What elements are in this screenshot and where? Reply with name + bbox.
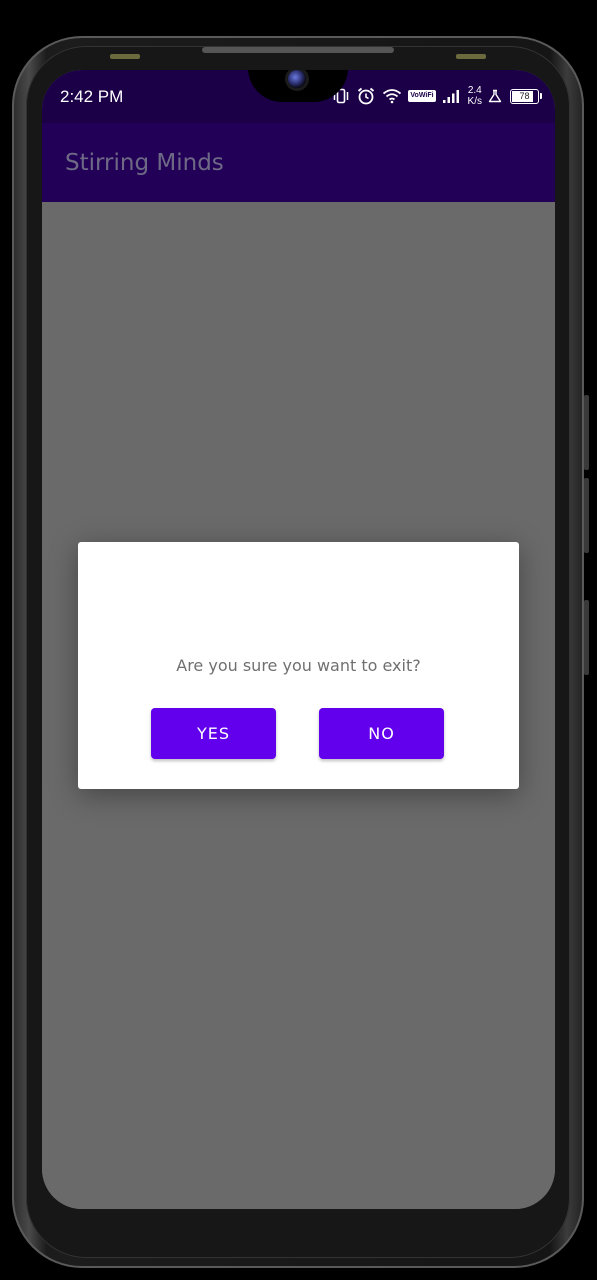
status-icons: VoWiFi 2.4 K/s 78 [332,84,542,108]
dialog-message: Are you sure you want to exit? [176,656,421,675]
status-bar: 2:42 PM VoWiFi 2.4 K/s 78 [42,70,555,123]
power-button [584,600,589,675]
network-speed-unit: K/s [467,96,482,107]
network-speed-value: 2.4 [467,85,482,96]
no-button[interactable]: NO [319,708,444,759]
earpiece-speaker [202,47,394,53]
vowifi-icon: VoWiFi [408,90,436,102]
battery-level: 78 [519,90,530,101]
phone-screen: 2:42 PM VoWiFi 2.4 K/s 78 Stirring Minds… [42,70,555,1209]
sensor-right [456,54,486,59]
battery-icon: 78 [510,88,542,104]
exit-confirmation-dialog: Are you sure you want to exit? YES NO [78,542,519,789]
status-time: 2:42 PM [60,87,124,106]
yes-button[interactable]: YES [151,708,276,759]
sensor-left [110,54,140,59]
app-title: Stirring Minds [65,150,224,176]
volume-down-button [584,478,589,553]
wifi-icon [382,88,402,104]
volume-up-button [584,395,589,470]
app-bar: Stirring Minds [42,123,555,202]
network-speed: 2.4 K/s [468,85,482,107]
signal-icon [442,89,460,103]
alarm-icon [356,86,376,106]
front-camera [288,70,306,88]
warning-icon [488,89,502,103]
